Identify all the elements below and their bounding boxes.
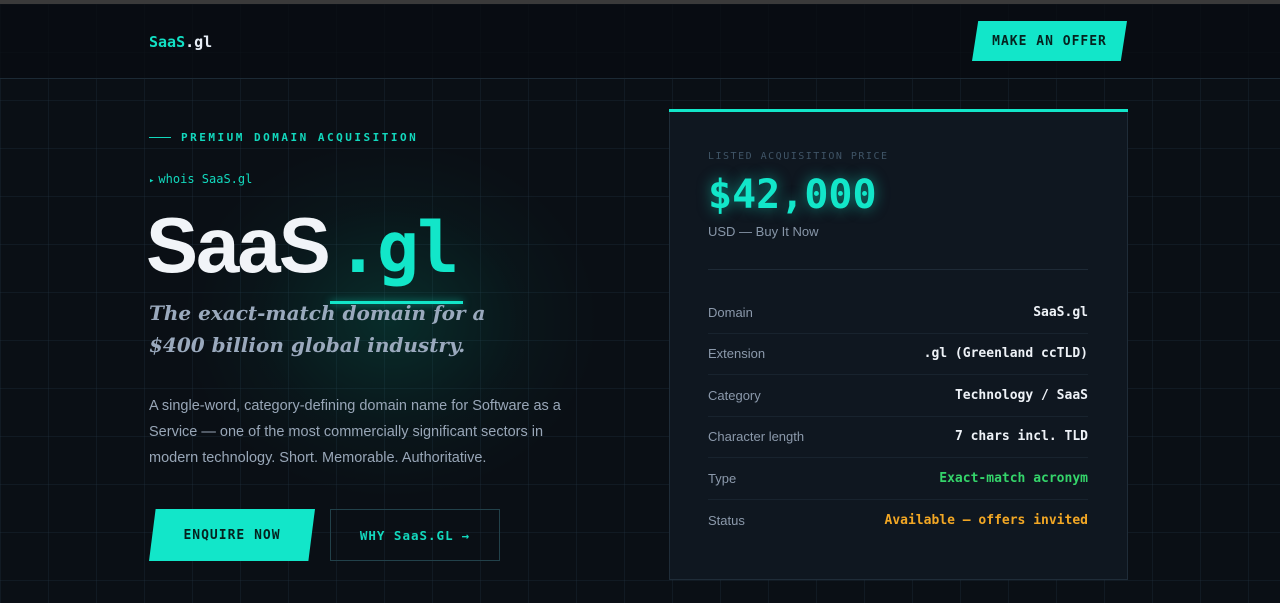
eyebrow-text: PREMIUM DOMAIN ACQUISITION xyxy=(181,131,419,144)
detail-key: Type xyxy=(708,470,737,486)
detail-row-domain: Domain SaaS.gl xyxy=(708,292,1088,334)
hero-title: SaaS .gl xyxy=(146,200,459,290)
hero-title-tld: .gl xyxy=(336,207,459,289)
hero-title-name: SaaS xyxy=(146,201,331,289)
hero-tagline: The exact-match domain for a $400 billio… xyxy=(149,301,486,357)
detail-key: Category xyxy=(708,387,761,403)
detail-row-length: Character length 7 chars incl. TLD xyxy=(708,417,1088,458)
price-card: LISTED ACQUISITION PRICE $42,000 USD — B… xyxy=(669,109,1128,580)
hero-description: A single-word, category-defining domain … xyxy=(149,398,561,466)
caret-right-icon: ▸ xyxy=(149,176,155,186)
status-badge: Available — offers invited xyxy=(884,512,1089,528)
details-list: Domain SaaS.gl Extension .gl (Greenland … xyxy=(708,292,1088,541)
whois-text: whois SaaS.gl xyxy=(158,172,253,186)
make-offer-button[interactable]: MAKE AN OFFER xyxy=(972,21,1127,61)
detail-key: Domain xyxy=(708,304,753,320)
detail-key: Extension xyxy=(708,346,766,362)
eyebrow-dash xyxy=(149,137,171,138)
arrow-right-icon: → xyxy=(461,527,471,543)
detail-value: Technology / SaaS xyxy=(954,387,1088,403)
detail-key: Character length xyxy=(708,429,805,445)
logo-tld: .gl xyxy=(185,33,213,51)
site-header: SaaS.gl MAKE AN OFFER xyxy=(0,4,1280,79)
card-accent-bar xyxy=(669,109,1128,112)
detail-row-extension: Extension .gl (Greenland ccTLD) xyxy=(708,334,1088,375)
enquire-now-button[interactable]: ENQUIRE NOW xyxy=(149,509,315,561)
price-value: $42,000 xyxy=(708,172,877,218)
whois-command: ▸ whois SaaS.gl xyxy=(149,172,252,186)
detail-row-category: Category Technology / SaaS xyxy=(708,375,1088,417)
detail-value: .gl (Greenland ccTLD) xyxy=(923,346,1088,362)
hero-eyebrow: PREMIUM DOMAIN ACQUISITION xyxy=(149,131,418,144)
card-divider xyxy=(708,269,1088,270)
why-button-label: WHY SaaS.GL xyxy=(359,527,454,543)
price-label: LISTED ACQUISITION PRICE xyxy=(708,151,889,162)
detail-row-status: Status Available — offers invited xyxy=(708,500,1088,542)
detail-key: Status xyxy=(708,512,745,528)
price-subtitle: USD — Buy It Now xyxy=(708,224,819,239)
detail-value: 7 chars incl. TLD xyxy=(954,429,1088,445)
why-saas-gl-button[interactable]: WHY SaaS.GL → xyxy=(330,509,500,561)
detail-value: SaaS.gl xyxy=(1033,304,1088,320)
site-logo[interactable]: SaaS.gl xyxy=(149,33,212,51)
detail-row-type: Type Exact-match acronym xyxy=(708,458,1088,500)
logo-brand: SaaS xyxy=(149,33,186,51)
detail-value: Exact-match acronym xyxy=(939,470,1088,486)
